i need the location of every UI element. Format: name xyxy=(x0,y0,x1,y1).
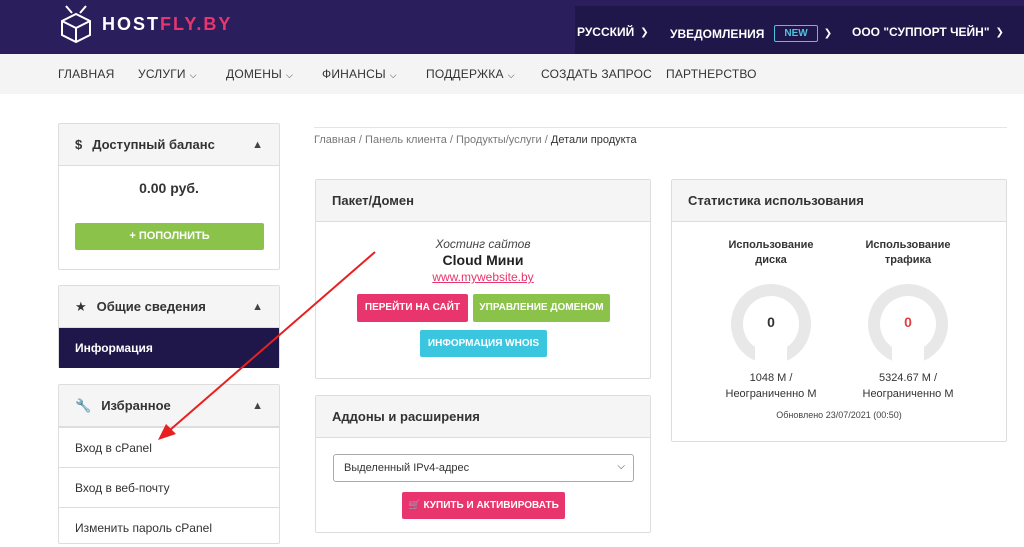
traffic-usage-label: Использование трафика xyxy=(848,238,968,268)
topup-label: ПОПОЛНИТЬ xyxy=(138,230,210,242)
disk-gauge-value: 0 xyxy=(767,314,775,330)
general-title: Общие сведения xyxy=(96,299,206,314)
favorites-panel-header[interactable]: 🔧 Избранное ▲ xyxy=(59,385,279,427)
breadcrumb-item-home[interactable]: Главная xyxy=(314,134,356,146)
breadcrumb-divider xyxy=(314,127,1007,128)
chevron-down-icon: ⌵ xyxy=(617,461,625,472)
addon-select[interactable]: Выделенный IPv4-адрес ⌵ xyxy=(333,454,634,482)
plus-icon: + xyxy=(129,230,136,242)
chevron-down-icon: ❯ xyxy=(640,26,649,38)
favorite-item-cpanel-login[interactable]: Вход в cPanel xyxy=(59,427,279,467)
chevron-down-icon: ⌵ xyxy=(389,70,397,80)
chevron-up-icon: ▲ xyxy=(252,138,263,151)
chevron-down-icon: ⌵ xyxy=(189,70,197,80)
sidebar-item-information[interactable]: Информация xyxy=(59,328,279,368)
balance-title: Доступный баланс xyxy=(92,137,215,152)
list-item-label: Изменить пароль cPanel xyxy=(75,521,212,535)
menu-item-services[interactable]: УСЛУГИ ⌵ xyxy=(138,67,197,81)
addons-panel-header: Аддоны и расширения xyxy=(316,396,650,438)
disk-label-line-2: диска xyxy=(755,254,787,266)
disk-limit: Неограниченно M xyxy=(725,388,817,400)
star-icon: ★ xyxy=(75,298,87,314)
traffic-gauge: 0 xyxy=(868,284,948,369)
general-panel-header[interactable]: ★ Общие сведения ▲ xyxy=(59,286,279,328)
breadcrumb: Главная / Панель клиента / Продукты/услу… xyxy=(314,134,637,146)
main-menu: ГЛАВНАЯ УСЛУГИ ⌵ ДОМЕНЫ ⌵ ФИНАНСЫ ⌵ ПОДДЕРЖ… xyxy=(0,54,1024,94)
menu-item-partnership[interactable]: ПАРТНЕРСТВО xyxy=(666,67,757,81)
package-panel: Пакет/Домен Хостинг сайтов Cloud Мини ww… xyxy=(315,179,651,379)
traffic-used: 5324.67 M / xyxy=(878,372,938,384)
list-item-label: Вход в веб-почту xyxy=(75,481,170,495)
addons-title: Аддоны и расширения xyxy=(332,409,480,424)
account-label: ООО "СУППОРТ ЧЕЙН" xyxy=(852,25,990,39)
list-item-label: Вход в cPanel xyxy=(75,441,152,455)
language-dropdown[interactable]: РУССКИЙ ❯ xyxy=(577,25,649,39)
chevron-down-icon: ⌵ xyxy=(285,70,293,80)
domain-link[interactable]: www.mywebsite.by xyxy=(316,270,650,284)
buy-activate-label: КУПИТЬ И АКТИВИРОВАТЬ xyxy=(423,500,559,511)
usage-panel: Статистика использования Использование д… xyxy=(671,179,1007,442)
favorite-item-change-cpanel-password[interactable]: Изменить пароль cPanel xyxy=(59,507,279,547)
wrench-icon: 🔧 xyxy=(75,397,92,413)
visit-site-button[interactable]: ПЕРЕЙТИ НА САЙТ xyxy=(357,294,468,322)
addons-panel: Аддоны и расширения Выделенный IPv4-адре… xyxy=(315,395,651,533)
logo-text: HOSTFLY.BY xyxy=(102,13,233,34)
traffic-label-line-1: Использование xyxy=(865,239,951,251)
package-panel-header: Пакет/Домен xyxy=(316,180,650,222)
hosting-type: Хостинг сайтов xyxy=(435,237,531,251)
whois-info-button[interactable]: ИНФОРМАЦИЯ WHOIS xyxy=(420,330,547,357)
general-panel: ★ Общие сведения ▲ Информация xyxy=(58,285,280,368)
chevron-up-icon: ▲ xyxy=(252,399,263,412)
chevron-up-icon: ▲ xyxy=(252,300,263,313)
new-badge: NEW xyxy=(774,25,818,42)
logo[interactable]: HOSTFLY.BY xyxy=(58,4,232,44)
breadcrumb-item-products[interactable]: Продукты/услуги xyxy=(456,134,542,146)
language-label: РУССКИЙ xyxy=(577,25,635,39)
usage-updated: Обновлено 23/07/2021 (00:50) xyxy=(776,410,902,420)
breadcrumb-item-current: Детали продукта xyxy=(550,134,637,146)
sidebar-item-label: Информация xyxy=(75,341,153,355)
menu-item-finance[interactable]: ФИНАНСЫ ⌵ xyxy=(322,67,397,81)
disk-usage-label: Использование диска xyxy=(711,238,831,268)
logo-icon xyxy=(61,5,91,44)
chevron-down-icon: ❯ xyxy=(823,28,833,39)
menu-item-create-ticket[interactable]: СОЗДАТЬ ЗАПРОС xyxy=(541,67,652,81)
addon-select-value: Выделенный IPv4-адрес xyxy=(344,462,470,474)
chevron-down-icon: ❯ xyxy=(995,26,1004,38)
buy-activate-button[interactable]: 🛒 КУПИТЬ И АКТИВИРОВАТЬ xyxy=(402,492,565,519)
topup-button[interactable]: + ПОПОЛНИТЬ xyxy=(75,223,264,250)
package-title: Пакет/Домен xyxy=(332,193,415,208)
disk-usage-detail: 1048 M / Неограниченно M xyxy=(701,370,841,402)
usage-title: Статистика использования xyxy=(688,193,864,208)
traffic-label-line-2: трафика xyxy=(884,254,932,266)
menu-item-domains[interactable]: ДОМЕНЫ ⌵ xyxy=(226,67,293,81)
balance-amount: 0.00 руб. xyxy=(139,180,199,196)
cart-icon: 🛒 xyxy=(408,500,421,511)
disk-used: 1048 M / xyxy=(749,372,793,384)
chevron-down-icon: ⌵ xyxy=(507,70,515,80)
favorites-title: Избранное xyxy=(101,398,171,413)
plan-name: Cloud Мини xyxy=(442,252,524,268)
traffic-usage-detail: 5324.67 M / Неограниченно M xyxy=(838,370,978,402)
notifications-label: УВЕДОМЛЕНИЯ xyxy=(670,26,765,41)
disk-label-line-1: Использование xyxy=(728,239,814,251)
top-header: HOSTFLY.BY РУССКИЙ ❯ УВЕДОМЛЕНИЯ NEW ❯ О… xyxy=(0,0,1024,54)
account-dropdown[interactable]: ООО "СУППОРТ ЧЕЙН" ❯ xyxy=(852,25,1004,39)
traffic-gauge-value: 0 xyxy=(904,314,912,330)
disk-gauge: 0 xyxy=(731,284,811,369)
usage-panel-header: Статистика использования xyxy=(672,180,1006,222)
menu-item-home[interactable]: ГЛАВНАЯ xyxy=(58,67,114,81)
breadcrumb-item-client-area[interactable]: Панель клиента xyxy=(365,134,447,146)
manage-domain-button[interactable]: УПРАВЛЕНИЕ ДОМЕНОМ xyxy=(473,294,610,322)
favorite-item-webmail-login[interactable]: Вход в веб-почту xyxy=(59,467,279,507)
menu-item-support[interactable]: ПОДДЕРЖКА ⌵ xyxy=(426,67,515,81)
balance-panel-header[interactable]: $ Доступный баланс ▲ xyxy=(59,124,279,166)
notifications-dropdown[interactable]: УВЕДОМЛЕНИЯ NEW ❯ xyxy=(670,25,832,42)
balance-panel: $ Доступный баланс ▲ 0.00 руб. + ПОПОЛНИ… xyxy=(58,123,280,270)
dollar-icon: $ xyxy=(75,137,83,152)
traffic-limit: Неограниченно M xyxy=(862,388,954,400)
